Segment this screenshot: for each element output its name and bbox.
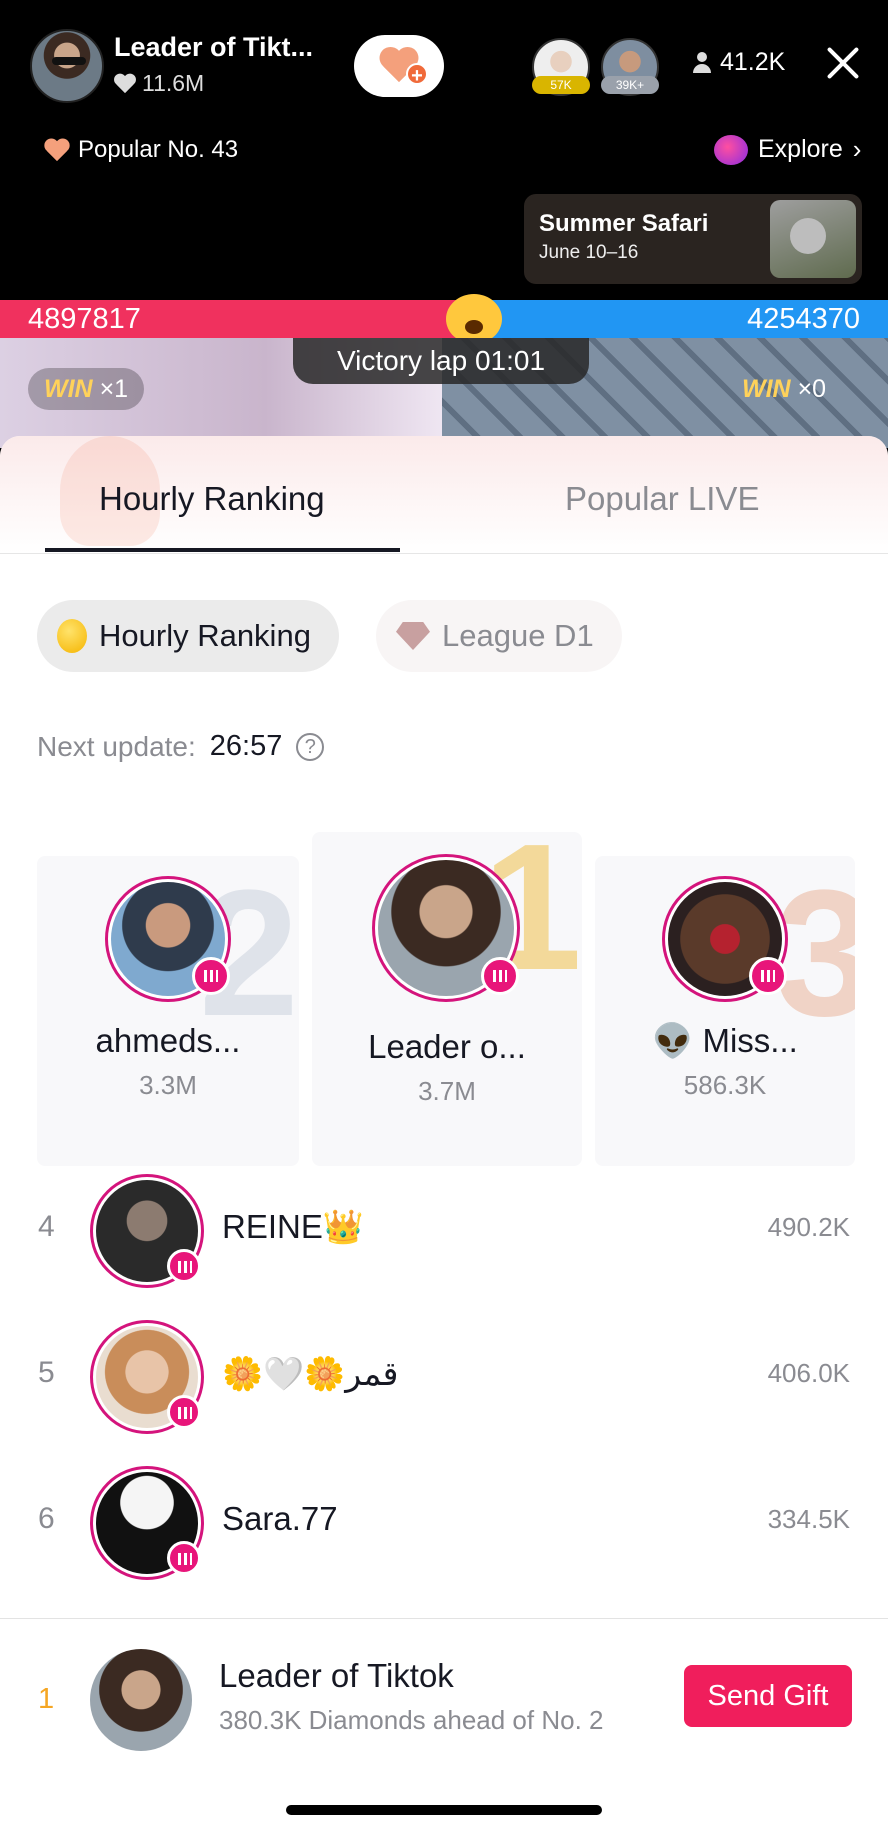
follow-button[interactable]: + <box>354 35 444 97</box>
podium-first[interactable]: 1 Leader o... 3.7M <box>312 832 582 1166</box>
battle-score-bar: 4897817 4254370 <box>0 300 888 338</box>
home-indicator[interactable] <box>286 1805 602 1815</box>
live-indicator-icon <box>167 1395 201 1429</box>
live-indicator-icon <box>749 957 787 995</box>
help-icon[interactable]: ? <box>296 732 325 761</box>
podium-second[interactable]: 2 ahmeds... 3.3M <box>37 856 299 1166</box>
tab-underline <box>45 548 400 552</box>
chevron-right-icon: › <box>852 134 862 164</box>
podium-score: 586.3K <box>683 1070 767 1100</box>
row-rank: 6 <box>38 1502 55 1535</box>
podium-name: ahmeds... <box>95 1022 241 1059</box>
explore-label: Explore <box>758 135 843 163</box>
planet-icon <box>714 134 748 165</box>
podium-third[interactable]: 3 👽 Miss... 586.3K <box>595 856 855 1166</box>
live-indicator-icon <box>167 1249 201 1283</box>
viewer-count-value: 41.2K <box>720 48 786 76</box>
filter-hourly-ranking[interactable]: Hourly Ranking <box>37 600 339 672</box>
win-count-right: WIN ×0 <box>726 368 842 410</box>
avatar[interactable] <box>662 876 788 1002</box>
host-likes-count: 11.6M <box>142 70 205 96</box>
tab-popular-live[interactable]: Popular LIVE <box>565 480 759 518</box>
podium-name: Leader o... <box>368 1028 526 1065</box>
ranking-row[interactable]: 4 REINE👑 490.2K <box>0 1170 888 1290</box>
event-banner[interactable]: Summer Safari June 10–16 <box>524 194 862 284</box>
win-count-left: WIN ×1 <box>28 368 145 410</box>
live-indicator-icon <box>192 957 230 995</box>
heart-icon <box>114 74 136 94</box>
close-button[interactable] <box>824 44 862 82</box>
podium-rank-number: 3 <box>774 856 855 1054</box>
avatar[interactable] <box>372 854 520 1002</box>
row-score: 406.0K <box>767 1358 850 1388</box>
filter-league[interactable]: League D1 <box>376 600 622 672</box>
live-indicator-icon <box>167 1541 201 1575</box>
viewer-count[interactable]: 41.2K <box>692 48 785 77</box>
live-indicator-icon <box>481 957 519 995</box>
podium-score: 3.7M <box>418 1076 476 1106</box>
avatar[interactable] <box>90 1466 204 1580</box>
row-name: REINE👑 <box>222 1208 364 1245</box>
gem-icon <box>396 622 430 650</box>
host-avatar[interactable] <box>30 29 104 103</box>
popular-rank-tag[interactable]: Popular No. 43 <box>44 136 238 164</box>
win-count: ×1 <box>99 375 129 403</box>
person-icon <box>692 51 712 74</box>
row-name: Sara.77 <box>222 1500 338 1537</box>
victory-lap-timer: Victory lap 01:01 <box>293 338 589 384</box>
heart-icon <box>44 139 70 161</box>
event-title: Summer Safari <box>539 210 709 237</box>
filter-label: Hourly Ranking <box>99 618 311 653</box>
row-score: 490.2K <box>767 1212 850 1242</box>
host-likes: 11.6M <box>114 70 204 97</box>
battle-right-score: 4254370 <box>475 300 888 338</box>
ranking-tabs: Hourly Ranking Popular LIVE <box>0 436 888 554</box>
plus-icon: + <box>406 63 428 87</box>
win-label: WIN <box>44 375 93 403</box>
tab-hourly-ranking[interactable]: Hourly Ranking <box>99 480 325 518</box>
explore-button[interactable]: Explore › <box>714 134 861 165</box>
ranking-row[interactable]: 6 Sara.77 334.5K <box>0 1462 888 1582</box>
row-name: 🌼🤍🌼قمر <box>222 1355 399 1392</box>
ranking-row[interactable]: 5 🌼🤍🌼قمر 406.0K <box>0 1316 888 1436</box>
win-label: WIN <box>742 375 791 403</box>
battle-left-score: 4897817 <box>0 300 475 338</box>
next-update-label: Next update: <box>37 730 196 762</box>
top-viewer-badge: 57K <box>532 76 590 94</box>
avatar[interactable] <box>90 1320 204 1434</box>
avatar[interactable] <box>90 1649 192 1751</box>
emoji-icon <box>446 294 502 344</box>
top-viewer-badge: 39K+ <box>601 76 659 94</box>
host-name[interactable]: Leader of Tikt... <box>114 32 313 63</box>
avatar[interactable] <box>105 876 231 1002</box>
event-date: June 10–16 <box>539 242 639 263</box>
next-update: Next update: 26:57 ? <box>37 730 325 763</box>
live-header: Leader of Tikt... 11.6M + 57K 39K+ 41.2K… <box>0 0 888 300</box>
coin-icon <box>57 619 87 653</box>
my-rank-detail: 380.3K Diamonds ahead of No. 2 <box>219 1705 604 1735</box>
my-name: Leader of Tiktok <box>219 1657 454 1694</box>
my-rank-bar: 1 Leader of Tiktok 380.3K Diamonds ahead… <box>0 1618 888 1838</box>
elephant-image <box>770 200 856 278</box>
win-count: ×0 <box>797 375 827 403</box>
row-rank: 4 <box>38 1210 55 1243</box>
next-update-time: 26:57 <box>209 730 283 762</box>
popular-rank-label: Popular No. 43 <box>78 136 239 163</box>
send-gift-button[interactable]: Send Gift <box>684 1665 852 1727</box>
row-score: 334.5K <box>767 1504 850 1534</box>
filter-label: League D1 <box>442 618 594 653</box>
podium-name: 👽 Miss... <box>652 1022 798 1059</box>
avatar[interactable] <box>90 1174 204 1288</box>
my-rank: 1 <box>38 1683 55 1715</box>
podium-score: 3.3M <box>139 1070 197 1100</box>
row-rank: 5 <box>38 1356 55 1389</box>
